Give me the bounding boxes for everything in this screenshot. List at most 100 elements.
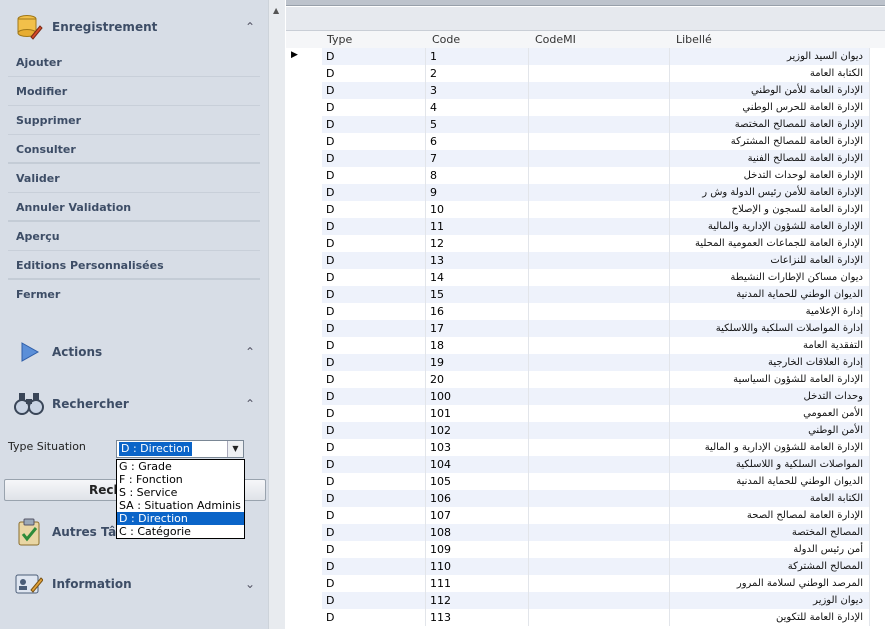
- row-selector[interactable]: [286, 422, 322, 439]
- table-row[interactable]: D 111 المرصد الوطني لسلامة المرور: [322, 575, 885, 592]
- row-selector[interactable]: [286, 371, 322, 388]
- table-row[interactable]: D 1 ديوان السيد الوزير: [322, 48, 885, 65]
- row-selector[interactable]: [286, 133, 322, 150]
- table-row[interactable]: D 4 الإدارة العامة للحرس الوطني: [322, 99, 885, 116]
- collapse-chevron-icon[interactable]: ⌃: [240, 397, 260, 411]
- row-selector[interactable]: [286, 218, 322, 235]
- panel-header-actions[interactable]: Actions ⌃: [8, 332, 260, 372]
- scroll-up-icon[interactable]: ▲: [273, 6, 279, 15]
- row-selector[interactable]: [286, 456, 322, 473]
- menu-item-consulter[interactable]: Consulter: [8, 135, 260, 164]
- row-selector[interactable]: [286, 388, 322, 405]
- row-selector[interactable]: [286, 541, 322, 558]
- table-row[interactable]: D 9 الإدارة العامة للأمن رئيس الدولة وش ر: [322, 184, 885, 201]
- column-header-code[interactable]: Code: [432, 33, 460, 46]
- table-row[interactable]: D 12 الإدارة العامة للجماعات العمومية المح…: [322, 235, 885, 252]
- row-selector[interactable]: [286, 99, 322, 116]
- menu-item-ajouter[interactable]: Ajouter: [8, 48, 260, 77]
- row-selector[interactable]: [286, 575, 322, 592]
- row-selector[interactable]: [286, 252, 322, 269]
- table-row[interactable]: D 107 الإدارة العامة لمصالح الصحة: [322, 507, 885, 524]
- row-selector[interactable]: [286, 269, 322, 286]
- sidebar-scrollbar[interactable]: ▲: [268, 0, 285, 629]
- row-selector[interactable]: ▶: [286, 48, 322, 65]
- table-row[interactable]: D 101 الأمن العمومي: [322, 405, 885, 422]
- row-selector[interactable]: [286, 184, 322, 201]
- menu-item-editions-personnalisees[interactable]: Editions Personnalisées: [8, 251, 260, 280]
- row-selector[interactable]: [286, 82, 322, 99]
- table-row[interactable]: D 13 الإدارة العامة للنزاعات: [322, 252, 885, 269]
- table-row[interactable]: D 15 الديوان الوطني للحماية المدنية: [322, 286, 885, 303]
- table-row[interactable]: D 14 ديوان مساكن الإطارات النشيطة: [322, 269, 885, 286]
- menu-item-valider[interactable]: Valider: [8, 164, 260, 193]
- expand-chevron-icon[interactable]: ⌄: [240, 577, 260, 591]
- table-row[interactable]: D 19 إدارة العلاقات الخارجية: [322, 354, 885, 371]
- panel-header-information[interactable]: Information ⌄: [8, 564, 260, 604]
- row-selector[interactable]: [286, 490, 322, 507]
- table-row[interactable]: D 6 الإدارة العامة للمصالح المشتركة: [322, 133, 885, 150]
- table-row[interactable]: D 109 أمن رئيس الدولة: [322, 541, 885, 558]
- table-row[interactable]: D 103 الإدارة العامة للشؤون الإدارية و الم…: [322, 439, 885, 456]
- row-selector[interactable]: [286, 303, 322, 320]
- menu-item-apercu[interactable]: Aperçu: [8, 222, 260, 251]
- row-selector[interactable]: [286, 150, 322, 167]
- table-row[interactable]: D 16 إدارة الإعلامية: [322, 303, 885, 320]
- row-selector[interactable]: [286, 439, 322, 456]
- row-selector[interactable]: [286, 65, 322, 82]
- table-row[interactable]: D 10 الإدارة العامة للسجون و الإصلاح: [322, 201, 885, 218]
- option-service[interactable]: S : Service: [117, 486, 244, 499]
- table-row[interactable]: D 105 الديوان الوطني للحماية المدنية: [322, 473, 885, 490]
- table-row[interactable]: D 5 الإدارة العامة للمصالح المختصة: [322, 116, 885, 133]
- column-header-libelle[interactable]: Libellé: [676, 33, 712, 46]
- row-selector[interactable]: [286, 507, 322, 524]
- table-row[interactable]: D 18 التفقدية العامة: [322, 337, 885, 354]
- row-selector[interactable]: [286, 235, 322, 252]
- menu-item-annuler-validation[interactable]: Annuler Validation: [8, 193, 260, 222]
- row-selector[interactable]: [286, 201, 322, 218]
- table-row[interactable]: D 108 المصالح المختصة: [322, 524, 885, 541]
- menu-item-modifier[interactable]: Modifier: [8, 77, 260, 106]
- option-fonction[interactable]: F : Fonction: [117, 473, 244, 486]
- table-row[interactable]: D 20 الإدارة العامة للشؤون السياسية: [322, 371, 885, 388]
- cell-libelle: الإدارة العامة للتكوين: [670, 609, 870, 626]
- chevron-down-icon[interactable]: ▼: [227, 441, 243, 457]
- table-row[interactable]: D 100 وحدات التدخل: [322, 388, 885, 405]
- column-header-type[interactable]: Type: [327, 33, 352, 46]
- collapse-chevron-icon[interactable]: ⌃: [240, 20, 260, 34]
- panel-header-enregistrement[interactable]: Enregistrement ⌃: [8, 7, 260, 47]
- row-selector[interactable]: [286, 116, 322, 133]
- table-row[interactable]: D 104 المواصلات السلكية و اللاسلكية: [322, 456, 885, 473]
- row-selector[interactable]: [286, 473, 322, 490]
- table-row[interactable]: D 2 الكتابة العامة: [322, 65, 885, 82]
- row-selector[interactable]: [286, 558, 322, 575]
- menu-item-fermer[interactable]: Fermer: [8, 280, 260, 309]
- table-row[interactable]: D 8 الإدارة العامة لوحدات التدخل: [322, 167, 885, 184]
- option-categorie[interactable]: C : Catégorie: [117, 525, 244, 538]
- row-selector[interactable]: [286, 167, 322, 184]
- row-selector[interactable]: [286, 405, 322, 422]
- option-direction[interactable]: D : Direction: [117, 512, 244, 525]
- option-situation-administrative[interactable]: SA : Situation Adminis: [117, 499, 244, 512]
- column-header-codemi[interactable]: CodeMI: [535, 33, 576, 46]
- table-row[interactable]: D 102 الأمن الوطني: [322, 422, 885, 439]
- row-selector[interactable]: [286, 609, 322, 626]
- row-selector[interactable]: [286, 354, 322, 371]
- row-selector[interactable]: [286, 286, 322, 303]
- table-row[interactable]: D 7 الإدارة العامة للمصالح الفنية: [322, 150, 885, 167]
- option-grade[interactable]: G : Grade: [117, 460, 244, 473]
- table-row[interactable]: D 106 الكتابة العامة: [322, 490, 885, 507]
- row-selector[interactable]: [286, 320, 322, 337]
- type-situation-select[interactable]: D : Direction ▼: [116, 440, 244, 458]
- row-selector[interactable]: [286, 337, 322, 354]
- table-row[interactable]: D 110 المصالح المشتركة: [322, 558, 885, 575]
- table-row[interactable]: D 3 الإدارة العامة للأمن الوطني: [322, 82, 885, 99]
- collapse-chevron-icon[interactable]: ⌃: [240, 345, 260, 359]
- row-selector[interactable]: [286, 524, 322, 541]
- table-row[interactable]: D 17 إدارة المواصلات السلكية واللاسلكية: [322, 320, 885, 337]
- table-row[interactable]: D 113 الإدارة العامة للتكوين: [322, 609, 885, 626]
- table-row[interactable]: D 112 ديوان الوزير: [322, 592, 885, 609]
- menu-item-supprimer[interactable]: Supprimer: [8, 106, 260, 135]
- row-selector[interactable]: [286, 592, 322, 609]
- panel-header-rechercher[interactable]: Rechercher ⌃: [8, 384, 260, 424]
- table-row[interactable]: D 11 الإدارة العامة للشؤون الإدارية والمال…: [322, 218, 885, 235]
